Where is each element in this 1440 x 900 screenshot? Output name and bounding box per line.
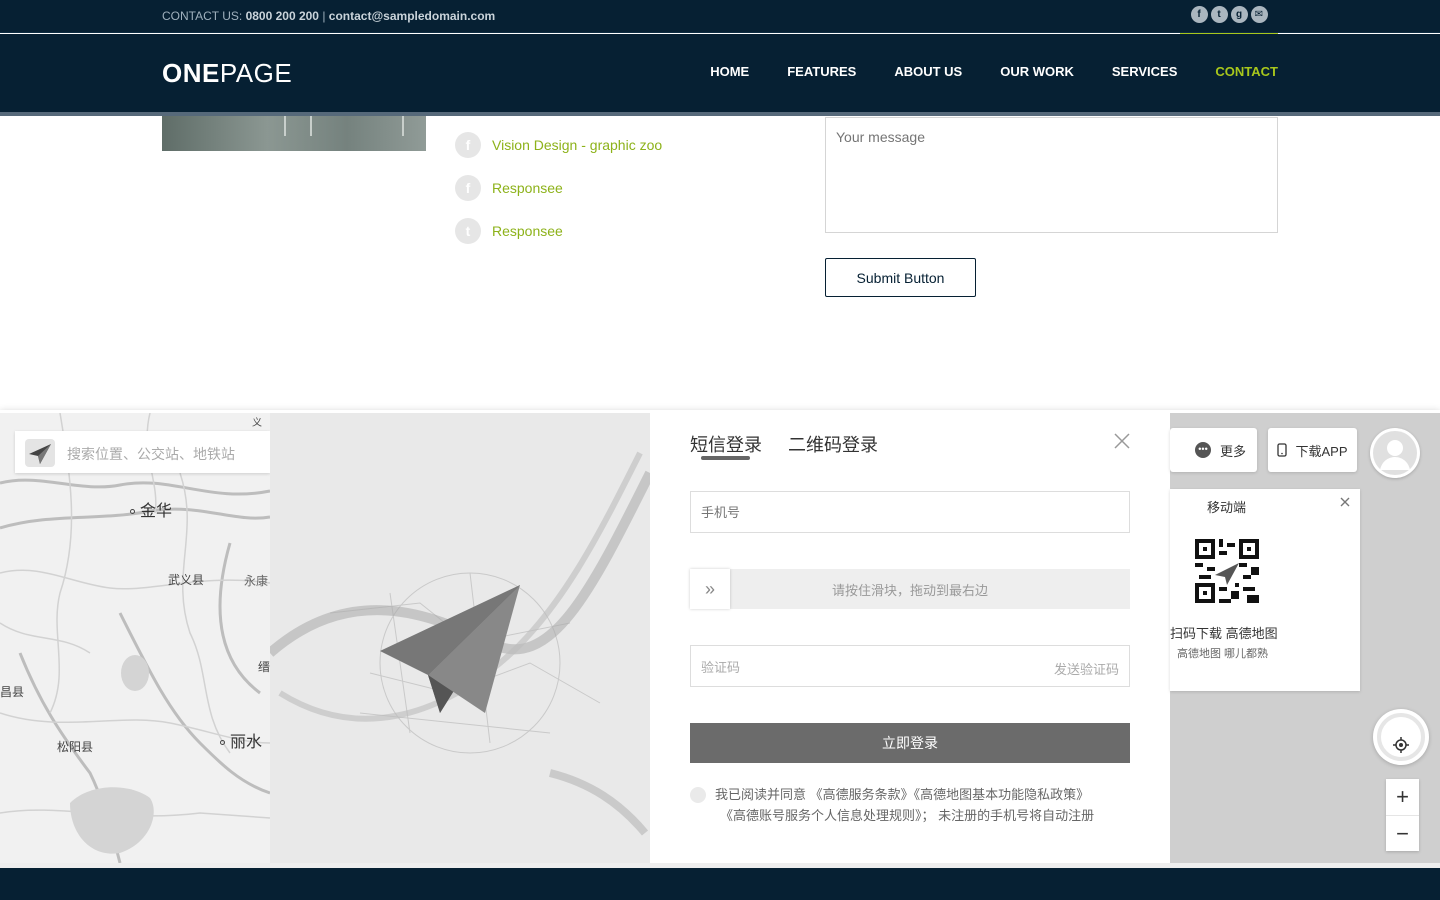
map-area[interactable]: 义 金华 武义县 永康 缙 昌县 丽水 松阳县 搜索位置、公交站、地铁站 短信登… (0, 413, 1440, 863)
more-button[interactable]: ••• 更多 (1170, 428, 1257, 472)
contact-phone[interactable]: 0800 200 200 (246, 9, 319, 23)
twitter-icon[interactable]: t (1210, 6, 1228, 23)
zoom-in-button[interactable]: + (1386, 779, 1419, 815)
map-label-jinhua-text: 金华 (140, 503, 173, 520)
map-search-box[interactable]: 搜索位置、公交站、地铁站 (15, 431, 270, 473)
user-icon (1373, 431, 1417, 475)
phone-icon (1277, 443, 1288, 457)
map-label-jin: 缙 (258, 660, 271, 674)
map-label-wuyi: 武义县 (168, 573, 205, 587)
message-textarea[interactable] (825, 117, 1278, 233)
qr-code (1195, 539, 1259, 603)
facebook-icon[interactable]: f (1190, 6, 1208, 23)
logo-light: PAGE (219, 58, 293, 88)
download-app-button[interactable]: 下载APP (1268, 428, 1357, 472)
qr-download-card: 移动端 扫码下载 高德地图 高德地图 哪儿都熟 (1170, 489, 1360, 691)
site-logo[interactable]: ONEPAGE (162, 58, 292, 89)
twitter-icon: t (455, 218, 481, 244)
qr-desc-2: 高德地图 哪儿都熟 (1177, 648, 1269, 660)
nav-features[interactable]: FEATURES (787, 64, 856, 79)
login-modal: 短信登录 二维码登录 请按住滑块，拖动到最右边 » 验证码 发送验证码 立即登录… (650, 413, 1170, 863)
nav-links: HOME FEATURES ABOUT US OUR WORK SERVICES… (672, 64, 1278, 79)
close-icon[interactable] (1112, 431, 1132, 451)
tab-qr-login[interactable]: 二维码登录 (788, 431, 878, 457)
close-icon[interactable] (1338, 495, 1352, 509)
page-footer (0, 863, 1440, 900)
phone-input[interactable] (690, 491, 1130, 533)
agree-line-1: 我已阅读并同意 《高德服务条款》《高德地图基本功能隐私政策》 (715, 787, 1090, 802)
agree-line-2: 《高德账号服务个人信息处理规则》； 未注册的手机号将自动注册 (720, 808, 1095, 823)
zoom-control: + − (1386, 779, 1419, 851)
office-photo (162, 116, 426, 151)
nav-our-work[interactable]: OUR WORK (1000, 64, 1074, 79)
agree-checkbox[interactable] (690, 787, 706, 803)
compass-control[interactable] (1373, 709, 1429, 765)
map-label-changshan: 昌县 (0, 685, 25, 699)
google-plus-icon[interactable]: g (1230, 6, 1248, 23)
send-code-button[interactable]: 发送验证码 (1054, 659, 1119, 678)
map-label-yongkang: 永康 (244, 574, 269, 588)
tab-sms-login[interactable]: 短信登录 (690, 431, 762, 457)
social-icons: f t g ✉ (1180, 0, 1278, 35)
nav-home[interactable]: HOME (710, 64, 749, 79)
slider-hint: 请按住滑块，拖动到最右边 (831, 583, 988, 598)
link-list: f Vision Design - graphic zoo f Response… (455, 132, 662, 261)
link-label[interactable]: Responsee (492, 180, 563, 196)
main-navbar: ONEPAGE HOME FEATURES ABOUT US OUR WORK … (0, 34, 1440, 116)
email-icon[interactable]: ✉ (1250, 6, 1268, 23)
login-button[interactable]: 立即登录 (690, 723, 1130, 763)
map-label-songyang: 松阳县 (57, 740, 94, 754)
nav-about-us[interactable]: ABOUT US (894, 64, 962, 79)
zoom-out-button[interactable]: − (1386, 815, 1419, 851)
link-item[interactable]: f Responsee (455, 175, 662, 201)
facebook-icon: f (455, 175, 481, 201)
link-label[interactable]: Responsee (492, 223, 563, 239)
link-item[interactable]: f Vision Design - graphic zoo (455, 132, 662, 158)
qr-title: 移动端 (1206, 500, 1246, 515)
locate-icon (1377, 713, 1425, 761)
facebook-icon: f (455, 132, 481, 158)
map-label-top: 义 (252, 418, 262, 429)
more-label: 更多 (1220, 443, 1247, 459)
submit-button[interactable]: Submit Button (825, 258, 976, 297)
paper-plane-illustration (270, 451, 650, 836)
slider-handle[interactable]: » (690, 569, 730, 609)
login-illustration (270, 413, 650, 863)
nav-services[interactable]: SERVICES (1112, 64, 1178, 79)
map-label-lishui: 丽水 (220, 728, 262, 752)
code-field[interactable]: 验证码 发送验证码 (690, 645, 1130, 687)
nav-contact[interactable]: CONTACT (1215, 64, 1278, 79)
download-app-label: 下载APP (1295, 443, 1348, 459)
contact-info: CONTACT US: 0800 200 200 | contact@sampl… (162, 9, 495, 23)
avatar[interactable] (1370, 428, 1420, 478)
map-label-jinhua: 金华 (130, 497, 172, 521)
contact-email[interactable]: contact@sampledomain.com (329, 9, 495, 23)
link-item[interactable]: t Responsee (455, 218, 662, 244)
map-search-placeholder[interactable]: 搜索位置、公交站、地铁站 (67, 444, 235, 464)
more-dots-icon: ••• (1195, 442, 1211, 458)
slide-captcha[interactable]: 请按住滑块，拖动到最右边 » (690, 569, 1130, 609)
map-label-lishui-text: 丽水 (230, 734, 263, 751)
active-tab-indicator (701, 456, 750, 460)
top-contact-bar: CONTACT US: 0800 200 200 | contact@sampl… (0, 0, 1440, 35)
contact-label: CONTACT US: (162, 9, 243, 23)
qr-desc-1: 扫码下载 高德地图 (1170, 626, 1278, 641)
link-label[interactable]: Vision Design - graphic zoo (492, 137, 662, 153)
code-placeholder[interactable]: 验证码 (701, 657, 740, 676)
paper-plane-logo-icon (25, 439, 55, 467)
contact-separator: | (322, 9, 326, 23)
logo-bold: ONE (162, 58, 220, 88)
